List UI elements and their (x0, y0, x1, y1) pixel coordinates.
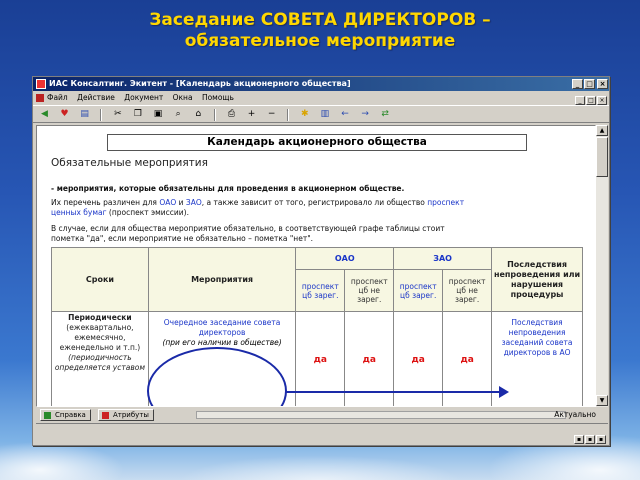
app-icon (36, 79, 46, 89)
toolbar-separator (100, 109, 103, 121)
consequence-link[interactable]: Последствия непроведения заседаний совет… (502, 318, 573, 357)
status-bar: ▪ ▪ ▪ (36, 423, 608, 444)
bookmark-icon[interactable]: ▤ (79, 109, 90, 120)
find-icon[interactable]: ⌕ (173, 109, 184, 120)
header-events: Мероприятия (147, 247, 297, 312)
menu-bar: Файл Действие Документ Окна Помощь _ □ × (33, 91, 609, 105)
bottom-tabbar: Справка Атрибуты Актуально (36, 408, 608, 422)
subheader-oao-reg[interactable]: проспект цб зарег. (295, 269, 346, 312)
subheader-zao-reg[interactable]: проспект цб зарег. (393, 269, 444, 312)
p2-line1: В случае, если для общества мероприятие … (51, 224, 445, 233)
subheader-oao-notreg: проспект цб не зарег. (344, 269, 395, 312)
toolbar-separator (287, 109, 290, 121)
status-button-3[interactable]: ▪ (596, 435, 606, 444)
scroll-up-button[interactable]: ▲ (596, 125, 608, 136)
window-title: ИАС Консалтинг. Экитент - [Календарь акц… (49, 79, 351, 88)
zoom-out-icon[interactable]: − (266, 109, 277, 120)
term-note: (периодичность определяется уставом (54, 353, 145, 372)
term-detail: (ежеквартально, ежемесячно, еженедельно … (59, 323, 141, 352)
calendar-table: Сроки Мероприятия ОАО ЗАО Последствия не… (51, 247, 583, 406)
menu-windows[interactable]: Окна (173, 93, 193, 102)
back-icon[interactable]: ◀ (39, 109, 50, 120)
home-icon[interactable]: ⌂ (193, 109, 204, 120)
mdi-minimize-button[interactable]: _ (575, 96, 585, 105)
paragraph-2: В случае, если для общества мероприятие … (51, 224, 581, 244)
arrow-left-icon[interactable]: ← (340, 109, 351, 120)
header-consequences: Последствия непроведения или нарушения п… (491, 247, 583, 312)
p1-text: и (176, 198, 186, 207)
help-icon (44, 412, 51, 419)
tab-attributes[interactable]: Атрибуты (98, 409, 154, 421)
tab-help-label: Справка (55, 411, 86, 419)
intro-text: - мероприятия, которые обязательны для п… (51, 184, 405, 193)
vertical-scrollbar[interactable]: ▲ ▼ (596, 125, 608, 407)
maximize-button[interactable]: □ (584, 79, 595, 89)
mdi-close-button[interactable]: × (597, 96, 607, 105)
document-view[interactable]: Календарь акционерного общества Обязател… (36, 125, 596, 407)
header-terms: Сроки (51, 247, 149, 312)
p1-text: Их перечень различен для (51, 198, 160, 207)
status-button-1[interactable]: ▪ (574, 435, 584, 444)
menu-action[interactable]: Действие (77, 93, 115, 102)
event-title-link[interactable]: Очередное заседание совета директоров (164, 318, 281, 337)
event-note: (при его наличии в обществе) (162, 338, 282, 347)
app-window: ИАС Консалтинг. Экитент - [Календарь акц… (32, 76, 610, 446)
mdi-restore-button[interactable]: □ (586, 96, 596, 105)
status-actual: Актуально (554, 410, 596, 419)
annotation-arrow (286, 391, 502, 393)
print-icon[interactable]: ⎙ (226, 109, 237, 120)
cell-terms: Периодически (ежеквартально, ежемесячно,… (51, 311, 149, 406)
document-icon (36, 94, 44, 102)
header-zao[interactable]: ЗАО (393, 247, 493, 270)
yes-mark: да (362, 354, 376, 365)
section-title: Обязательные мероприятия (51, 157, 208, 169)
sync-icon[interactable]: ⇄ (380, 109, 391, 120)
heart-icon[interactable]: ♥ (59, 109, 70, 120)
menu-file[interactable]: Файл (47, 93, 68, 102)
link-prospectus[interactable]: проспект (427, 198, 464, 207)
link-prospectus-securities[interactable]: ценных бумаг (51, 208, 107, 217)
copy-icon[interactable]: ❐ (132, 109, 143, 120)
p1-text: , а также зависит от того, регистрировал… (201, 198, 428, 207)
yes-mark: да (313, 354, 327, 365)
toolbar-separator (213, 109, 216, 121)
status-button-2[interactable]: ▪ (585, 435, 595, 444)
zoom-in-icon[interactable]: + (246, 109, 257, 120)
link-zao[interactable]: ЗАО (186, 198, 202, 207)
slide-title-line1: Заседание СОВЕТА ДИРЕКТОРОВ – (149, 10, 491, 30)
toolbar: ◀ ♥ ▤ ✂ ❐ ▣ ⌕ ⌂ ⎙ + − ✱ ▥ ← → ⇄ (33, 105, 609, 123)
scroll-down-button[interactable]: ▼ (596, 395, 608, 406)
tab-help[interactable]: Справка (40, 409, 91, 421)
annotation-arrowhead (499, 386, 509, 398)
scroll-thumb[interactable] (596, 137, 608, 177)
yes-mark: да (460, 354, 474, 365)
window-titlebar[interactable]: ИАС Консалтинг. Экитент - [Календарь акц… (33, 77, 609, 91)
intro-paragraph: - мероприятия, которые обязательны для п… (51, 184, 404, 194)
chart-icon[interactable]: ▥ (319, 109, 330, 120)
minimize-button[interactable]: _ (572, 79, 583, 89)
yes-mark: да (411, 354, 425, 365)
cut-icon[interactable]: ✂ (112, 109, 123, 120)
paste-icon[interactable]: ▣ (153, 109, 164, 120)
paragraph-1: Их перечень различен для ОАО и ЗАО, а та… (51, 198, 581, 218)
tab-attributes-label: Атрибуты (113, 411, 149, 419)
status-controls: ▪ ▪ ▪ (573, 426, 606, 445)
header-oao[interactable]: ОАО (295, 247, 395, 270)
slide-title-line2: обязательное мероприятие (184, 31, 456, 51)
term-periodic: Периодически (68, 313, 132, 322)
attributes-icon (102, 412, 109, 419)
menu-document[interactable]: Документ (124, 93, 163, 102)
lightbulb-icon[interactable]: ✱ (299, 109, 310, 120)
p1-text: (проспект эмиссии). (106, 208, 189, 217)
arrow-right-icon[interactable]: → (360, 109, 371, 120)
slide-title: Заседание СОВЕТА ДИРЕКТОРОВ – обязательн… (0, 10, 640, 52)
document-heading: Календарь акционерного общества (107, 134, 527, 151)
p2-line2: пометка "да", если мероприятие не обязат… (51, 234, 314, 243)
close-button[interactable]: × (597, 79, 608, 89)
horizontal-scrollbar[interactable] (196, 411, 566, 419)
subheader-zao-notreg: проспект цб не зарег. (442, 269, 493, 312)
link-oao[interactable]: ОАО (159, 198, 176, 207)
menu-help[interactable]: Помощь (202, 93, 234, 102)
